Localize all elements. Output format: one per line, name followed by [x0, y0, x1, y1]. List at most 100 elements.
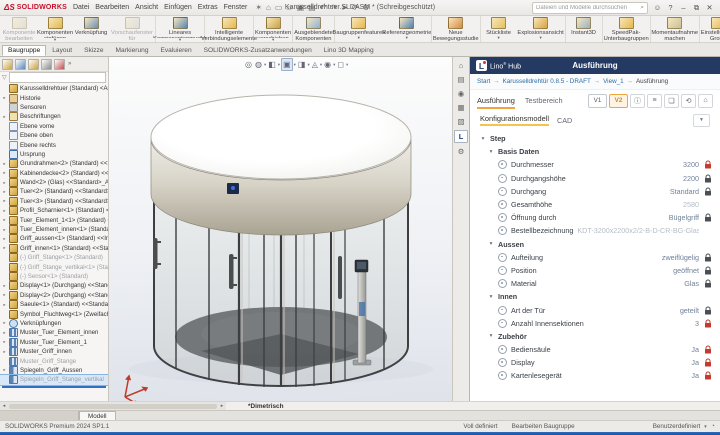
lino-hub-tab-icon[interactable]: L	[454, 130, 468, 143]
tab-lino-3d-mapping[interactable]: Lino 3D Mapping	[318, 45, 380, 56]
tree-item-muster-griff-stange[interactable]: Muster_Griff_Stange	[0, 356, 108, 365]
tab-skizze[interactable]: Skizze	[78, 45, 109, 56]
tree-item-historie[interactable]: ▸Historie	[0, 93, 108, 102]
tree-item-tuer-3-standard-standard-a[interactable]: ▸Tuer<3> (Standard) <<Standard>_A	[0, 197, 108, 206]
lock-icon[interactable]	[703, 187, 712, 196]
speedpak-unterbaugruppen-aktualisieren-button[interactable]: SpeedPak-Unterbaugruppen aktualisieren	[603, 16, 650, 42]
tree-item-display-2-durchgang-standa[interactable]: ▸Display<2> (Durchgang) <<Standa	[0, 291, 108, 300]
tree-item-muster-griff-innen[interactable]: ▸Muster_Griff_innen	[0, 347, 108, 356]
chevron-down-icon[interactable]: ▾	[480, 136, 486, 142]
appearances-icon[interactable]: ◉	[455, 88, 467, 99]
tree-item-sensor-1-standard[interactable]: (-) Sensor<1> (Standard)	[0, 272, 108, 281]
breadcrumb-karusselldrehtür-0-8-5-draft[interactable]: Karusselldrehtür 0.8.5 - DRAFT	[503, 78, 591, 85]
file-explorer-icon[interactable]: ▤	[455, 74, 467, 85]
param-value[interactable]: KDT-3200x2200x2/2-B-D-CR-BG-Glas	[577, 226, 699, 235]
expand-arrow-icon[interactable]: ▸	[2, 330, 7, 336]
tab-markierung[interactable]: Markierung	[110, 45, 155, 56]
param-value[interactable]: 2580	[683, 200, 699, 209]
chevron-down-icon[interactable]: ▾	[488, 294, 494, 300]
featuremanager-tab-icon[interactable]	[2, 59, 13, 70]
param-art-der-tür[interactable]: Art der Türgeteilt	[478, 303, 712, 316]
tab-baugruppe[interactable]: Baugruppe	[2, 45, 46, 56]
tree-item-wand-2-glas-standard-anz[interactable]: ▸Wand<2> (Glas) <<Standard>_Anz	[0, 178, 108, 187]
chevron-down-icon[interactable]: ▾	[264, 62, 266, 68]
pin-menu-icon[interactable]: ✶	[253, 3, 264, 12]
version-button-v2[interactable]: V2	[609, 94, 628, 108]
chevron-down-icon[interactable]: ▾	[320, 62, 322, 68]
dimxpertmanager-tab-icon[interactable]	[41, 59, 52, 70]
tree-item-muster-tuer-element-innen[interactable]: ▸Muster_Tuer_Element_innen	[0, 328, 108, 337]
appearance-icon[interactable]: ◉	[323, 59, 332, 70]
tree-item-kabinendecke-2-standard-st[interactable]: ▸Kabinendecke<2> (Standard) <<St	[0, 169, 108, 178]
param-durchgang[interactable]: DurchgangStandard	[478, 185, 712, 198]
lino-tab-testbereich[interactable]: Testbereich	[525, 92, 563, 109]
save-icon[interactable]: ▣	[295, 3, 307, 12]
display-style-icon[interactable]: ◨	[297, 59, 307, 70]
breadcrumb-ausführung[interactable]: Ausführung	[636, 78, 668, 85]
expand-arrow-icon[interactable]: ▸	[2, 349, 7, 355]
lock-icon[interactable]	[703, 371, 712, 380]
menu-einfügen[interactable]: Einfügen	[161, 3, 195, 12]
menu-list-icon[interactable]: ≡	[647, 94, 662, 108]
custom-properties-icon[interactable]: ▧	[455, 116, 467, 127]
tree-item-griff-stange-1-standard[interactable]: (-) Griff_Stange<1> (Standard)	[0, 253, 108, 262]
panel-tabs-overflow-icon[interactable]: »	[68, 61, 71, 67]
tree-filter-input[interactable]	[9, 72, 106, 83]
help-icon[interactable]: ?	[664, 3, 677, 13]
komponenten-einfügen-button[interactable]: Komponenten einfügen▾	[37, 16, 73, 42]
propertymanager-tab-icon[interactable]	[15, 59, 26, 70]
param-value[interactable]: 2200	[683, 174, 699, 183]
open-document-icon[interactable]: ▱	[284, 3, 294, 12]
momentaufnahme-machen-button[interactable]: Momentaufnahme machen	[651, 16, 699, 42]
lino-tab-ausführung[interactable]: Ausführung	[477, 92, 515, 109]
tree-item-spiegeln-griff-aussen[interactable]: ▸Spiegeln_Griff_Aussen	[0, 366, 108, 375]
home-tab-icon[interactable]: ⌂	[455, 60, 467, 71]
expand-arrow-icon[interactable]: ▸	[2, 180, 7, 186]
lock-icon[interactable]	[703, 279, 712, 288]
zoom-area-icon[interactable]: ◍	[254, 59, 263, 70]
select-icon[interactable]: ➤	[339, 3, 350, 12]
param-value[interactable]: Glas	[684, 279, 699, 288]
restore-icon[interactable]: ⧉	[690, 3, 703, 13]
tree-horizontal-scrollbar[interactable]: ◂ ▸	[0, 402, 226, 410]
section-view-icon[interactable]: ◧	[267, 59, 277, 70]
expand-arrow-icon[interactable]: ▸	[2, 114, 7, 120]
tree-item-grundrahmen-2-standard-sta[interactable]: ▸Grundrahmen<2> (Standard) <<Sta	[0, 159, 108, 168]
tab-layout[interactable]: Layout	[46, 45, 78, 56]
new-document-icon[interactable]: ▭	[273, 3, 285, 12]
zoom-fit-icon[interactable]: ◎	[244, 59, 253, 70]
param-value[interactable]: 3	[695, 319, 699, 328]
home-icon[interactable]: ⌂	[264, 3, 273, 12]
param-bediensäule[interactable]: BediensäuleJa	[478, 343, 712, 356]
lock-icon[interactable]	[703, 358, 712, 367]
tree-item-verknüpfungen[interactable]: ▸Verknüpfungen	[0, 319, 108, 328]
tree-item-ursprung[interactable]: Ursprung	[0, 150, 108, 159]
expand-arrow-icon[interactable]: ▸	[2, 161, 7, 167]
param-durchgangshöhe[interactable]: Durchgangshöhe2200	[478, 172, 712, 185]
expand-arrow-icon[interactable]: ▸	[2, 367, 7, 373]
param-kartenlesegerät[interactable]: KartenlesegerätJa	[478, 369, 712, 382]
expand-arrow-icon[interactable]: ▸	[2, 292, 7, 298]
scene-icon[interactable]: ◻	[336, 59, 345, 70]
chevron-down-icon[interactable]: ▾	[307, 62, 309, 68]
baugruppenfeatures-button[interactable]: Baugruppenfeatures▾	[335, 16, 383, 42]
param-position[interactable]: Positiongeöffnet	[478, 264, 712, 277]
tab-evaluieren[interactable]: Evaluieren	[154, 45, 197, 56]
instant3d-button[interactable]: Instant3D	[566, 16, 602, 42]
chevron-down-icon[interactable]: ▾	[488, 333, 494, 339]
expand-arrow-icon[interactable]: ▸	[2, 189, 7, 195]
home-config-icon[interactable]: ⌂	[698, 94, 713, 108]
chevron-down-icon[interactable]: ▾	[294, 62, 296, 68]
expand-arrow-icon[interactable]: ▸	[2, 208, 7, 214]
param-value[interactable]: Bügelgriff	[669, 213, 699, 222]
chevron-down-icon[interactable]: ▾	[333, 62, 335, 68]
param-durchmesser[interactable]: Durchmesser3200	[478, 158, 712, 171]
expand-arrow-icon[interactable]: ▸	[2, 320, 7, 326]
displaymanager-tab-icon[interactable]	[54, 59, 65, 70]
scroll-right-icon[interactable]: ▸	[218, 403, 226, 409]
minimize-icon[interactable]: –	[677, 3, 690, 13]
param-value[interactable]: geöffnet	[673, 266, 699, 275]
lock-icon[interactable]	[703, 213, 712, 222]
tree-item-spiegeln-griff-stange-vertikal[interactable]: Spiegeln_Griff_Stange_vertikal	[0, 375, 108, 384]
expand-arrow-icon[interactable]: ▸	[2, 302, 7, 308]
